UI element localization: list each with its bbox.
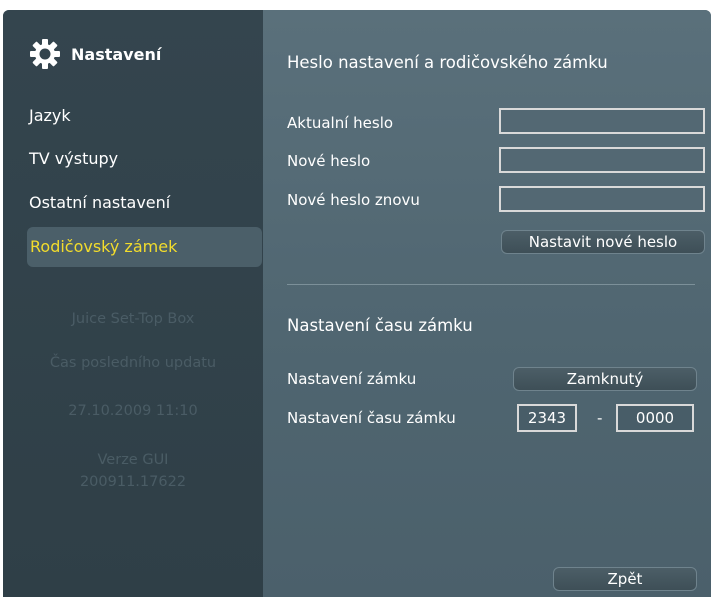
new-password-input[interactable]	[499, 147, 705, 173]
gear-icon	[30, 39, 60, 69]
back-button[interactable]: Zpět	[553, 567, 697, 591]
settings-window: Nastavení Jazyk TV výstupy Ostatní nasta…	[3, 10, 711, 597]
sidebar-item-language[interactable]: Jazyk	[27, 96, 262, 136]
gui-version-value: 200911.17622	[79, 474, 187, 490]
main-panel: Heslo nastavení a rodičovského zámku Akt…	[263, 10, 711, 597]
set-new-password-button[interactable]: Nastavit nové heslo	[501, 230, 705, 254]
sidebar: Nastavení Jazyk TV výstupy Ostatní nasta…	[3, 10, 263, 597]
time-range-separator: -	[597, 409, 603, 427]
lock-setting-label: Nastavení zámku	[287, 370, 417, 388]
section-divider	[287, 284, 695, 285]
sidebar-title: Nastavení	[71, 44, 162, 64]
product-name: Juice Set-Top Box	[71, 311, 195, 327]
password-section-heading: Heslo nastavení a rodičovského zámku	[287, 53, 608, 72]
new-password-label: Nové heslo	[287, 152, 371, 170]
sidebar-item-tv-outputs[interactable]: TV výstupy	[27, 139, 262, 179]
current-password-label: Aktualní heslo	[287, 114, 394, 132]
last-update-label: Čas posledního updatu	[49, 355, 217, 371]
lock-time-label: Nastavení času zámku	[287, 409, 456, 427]
repeat-password-input[interactable]	[499, 186, 705, 212]
current-password-input[interactable]	[499, 108, 705, 134]
last-update-value: 27.10.2009 11:10	[68, 403, 198, 419]
lock-time-from-input[interactable]: 2343	[517, 404, 577, 432]
lock-time-to-input[interactable]: 0000	[616, 404, 694, 432]
sidebar-item-parental-lock[interactable]: Rodičovský zámek	[27, 227, 262, 267]
repeat-password-label: Nové heslo znovu	[287, 191, 420, 209]
lock-time-section-heading: Nastavení času zámku	[287, 316, 473, 335]
gui-version-label: Verze GUI	[97, 452, 169, 468]
sidebar-item-other-settings[interactable]: Ostatní nastavení	[27, 183, 262, 223]
lock-state-button[interactable]: Zamknutý	[513, 367, 697, 391]
sidebar-header: Nastavení	[29, 36, 161, 72]
